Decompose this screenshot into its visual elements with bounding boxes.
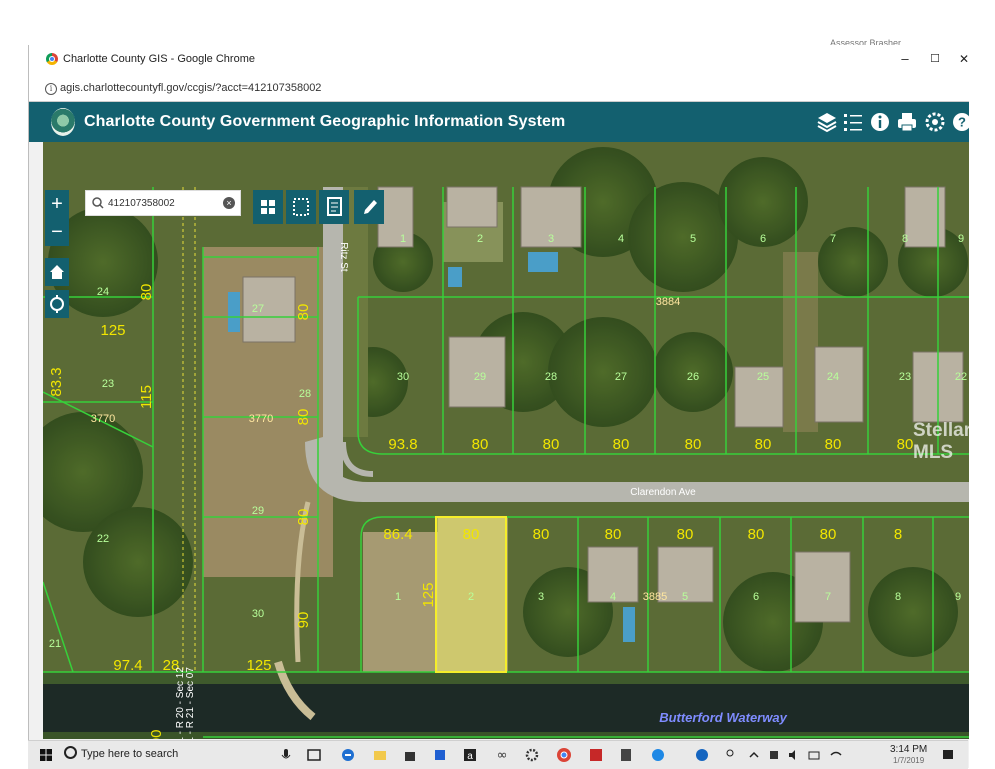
task-view-icon[interactable] [306, 747, 322, 763]
taskbar-search-label: Type here to search [81, 748, 179, 760]
address-bar[interactable]: i agis.charlottecountyfl.gov/ccgis/?acct… [29, 75, 969, 102]
select-tool-button[interactable] [286, 190, 316, 224]
search-box[interactable]: × [85, 190, 241, 216]
settings-gear-icon[interactable] [524, 747, 540, 763]
amazon-icon[interactable]: a [462, 747, 478, 763]
volume-icon[interactable] [786, 747, 802, 763]
close-button[interactable]: ✕ [951, 49, 969, 69]
zoom-out-button[interactable]: − [45, 218, 69, 246]
dropbox-icon[interactable] [432, 747, 448, 763]
legend-list-icon[interactable] [842, 110, 864, 134]
url-text[interactable]: agis.charlottecountyfl.gov/ccgis/?acct=4… [60, 82, 321, 94]
home-button[interactable] [45, 258, 69, 286]
microphone-icon[interactable] [278, 747, 294, 763]
chrome-taskbar-icon[interactable] [556, 747, 572, 763]
minimize-button[interactable]: – [892, 49, 918, 69]
app-globe-icon[interactable] [694, 747, 710, 763]
acrobat-icon[interactable] [588, 747, 604, 763]
clear-search-icon[interactable]: × [223, 197, 235, 209]
taskbar-search[interactable]: Type here to search [64, 746, 178, 760]
people-icon[interactable] [722, 747, 738, 763]
clock-time: 3:14 PM [890, 744, 928, 755]
infinity-app-icon[interactable]: ∞ [494, 747, 510, 763]
county-logo [51, 108, 75, 136]
svg-text:?: ? [958, 115, 966, 130]
layers-icon[interactable] [816, 110, 838, 134]
gis-title: Charlotte County Government Geographic I… [84, 113, 566, 130]
windows-start-icon[interactable] [40, 749, 52, 761]
locate-button[interactable] [45, 290, 69, 318]
aerial-parcel-map[interactable] [43, 142, 969, 739]
home-icon [50, 265, 64, 279]
taskbar: Type here to search a ∞ 3:14 PM 1/7/2019 [28, 740, 968, 769]
print-icon[interactable] [896, 110, 918, 134]
messenger-icon[interactable] [650, 747, 666, 763]
clock-date: 1/7/2019 [893, 756, 925, 765]
map-view[interactable]: 1 2 3 4 5 6 7 8 9 30 29 28 27 26 25 24 2… [43, 142, 969, 739]
system-clock[interactable]: 3:14 PM 1/7/2019 [890, 744, 927, 766]
maximize-button[interactable]: ☐ [922, 49, 948, 69]
search-icon [92, 197, 104, 209]
cortana-icon [64, 746, 77, 759]
report-icon [327, 197, 342, 216]
gis-header: Charlotte County Government Geographic I… [29, 102, 969, 142]
notifications-icon[interactable] [940, 747, 956, 763]
zoom-in-button[interactable]: + [45, 190, 69, 218]
report-button[interactable] [319, 190, 349, 224]
draw-pencil-icon [364, 200, 377, 214]
wifi-icon[interactable] [828, 747, 844, 763]
file-explorer-icon[interactable] [372, 747, 388, 763]
settings-icon[interactable] [924, 110, 946, 134]
browser-window: Charlotte County GIS - Google Chrome – ☐… [28, 45, 969, 768]
network-icon[interactable] [806, 747, 822, 763]
edge-icon[interactable] [340, 747, 356, 763]
help-icon[interactable]: ? [951, 110, 969, 134]
basemap-gallery-icon [261, 200, 275, 214]
svg-text:∞: ∞ [497, 748, 508, 763]
window-title: Charlotte County GIS - Google Chrome [63, 53, 255, 65]
title-bar: Charlotte County GIS - Google Chrome – ☐… [29, 45, 969, 75]
zoom-control: + − [45, 190, 69, 246]
watermark: Stellar MLS [913, 420, 969, 463]
locate-icon [50, 295, 64, 313]
chevron-up-icon[interactable] [746, 747, 762, 763]
draw-button[interactable] [354, 190, 384, 224]
basemap-gallery-button[interactable] [253, 190, 283, 224]
chrome-icon [46, 53, 58, 65]
store-icon[interactable] [402, 747, 418, 763]
svg-text:a: a [467, 751, 473, 762]
select-tool-icon [293, 198, 309, 216]
calculator-icon[interactable] [618, 747, 634, 763]
site-info-icon[interactable]: i [45, 83, 57, 95]
info-icon[interactable] [869, 110, 891, 134]
search-input[interactable] [108, 194, 212, 212]
dropbox-tray-icon[interactable] [766, 747, 782, 763]
